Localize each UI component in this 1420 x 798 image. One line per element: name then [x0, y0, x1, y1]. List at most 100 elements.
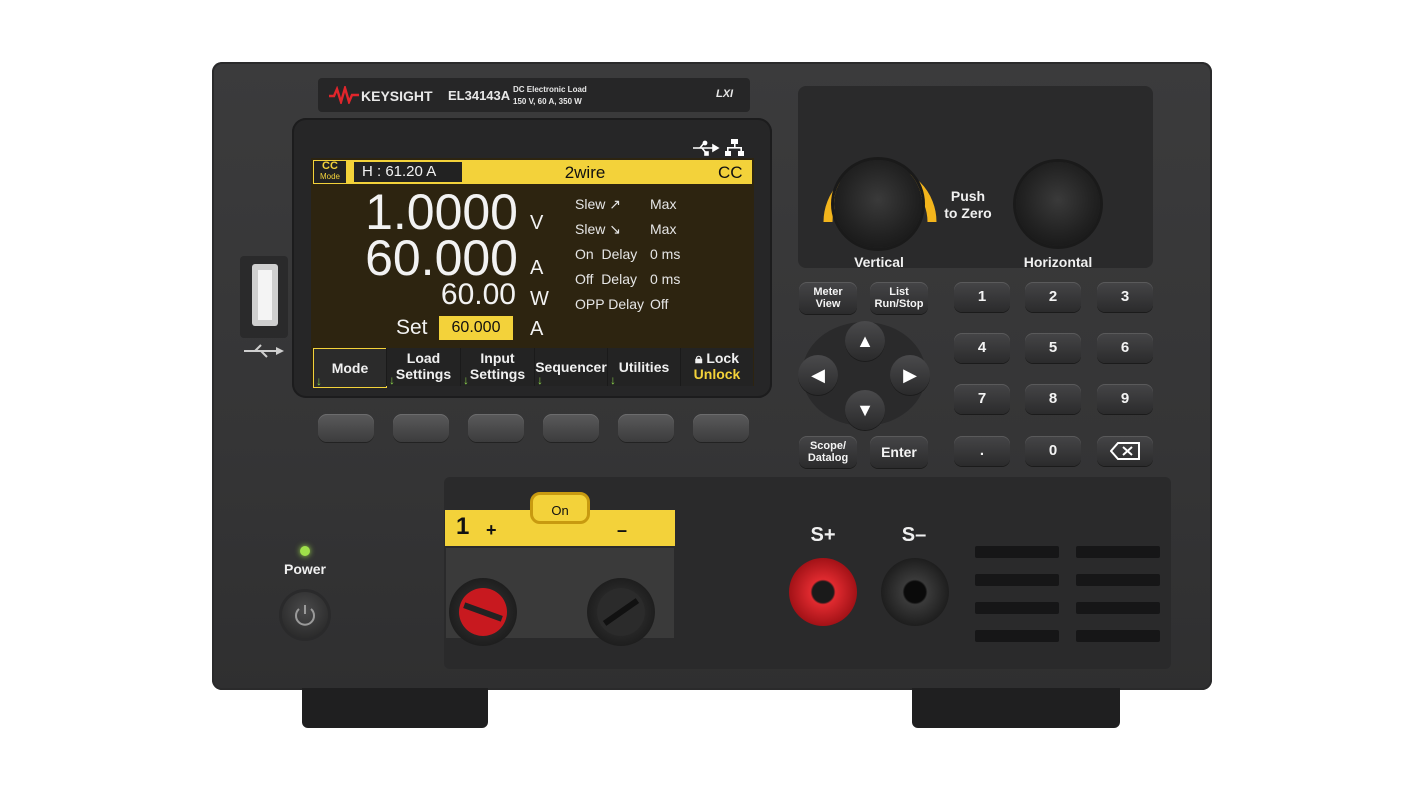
terminal-slot — [463, 602, 503, 622]
meter-view-label-2: View — [815, 298, 841, 310]
vertical-knob[interactable] — [834, 160, 922, 248]
vent-slot — [975, 602, 1059, 614]
meter-view-button[interactable]: Meter View — [799, 282, 857, 314]
scope-datalog-button[interactable]: Scope/Datalog — [799, 436, 857, 468]
list-run-stop-button[interactable]: List Run/Stop — [870, 282, 928, 314]
current-unit: A — [530, 257, 544, 279]
key-6[interactable]: 6 — [1097, 333, 1153, 363]
param-label-on-delay: On Delay — [575, 246, 638, 262]
mode-badge-bottom: Mode — [319, 172, 340, 181]
key-7[interactable]: 7 — [954, 384, 1010, 414]
sense-plus-binding-post[interactable] — [789, 558, 857, 626]
softkey-button-4[interactable] — [543, 414, 599, 442]
vent-slot — [975, 630, 1059, 642]
submenu-arrow-icon: ↓ — [316, 374, 322, 388]
lxi-logo: LXI — [716, 88, 734, 100]
horizontal-knob-label: Horizontal — [1023, 254, 1093, 270]
plus-terminal-label: + — [486, 520, 497, 540]
softkey-button-2[interactable] — [393, 414, 449, 442]
softkey-button-6[interactable] — [693, 414, 749, 442]
softkey-button-3[interactable] — [468, 414, 524, 442]
arrow-up-button[interactable]: ▲ — [845, 321, 885, 361]
terminal-slot — [602, 598, 640, 626]
softkey-input-settings[interactable]: Input Settings ↓ — [460, 348, 534, 387]
negative-terminal-cap — [597, 588, 645, 636]
sense-mode-indicator: 2wire — [564, 163, 606, 182]
list-label: List — [889, 286, 909, 298]
softkey-input-label-2: Settings — [469, 366, 526, 382]
key-2[interactable]: 2 — [1025, 282, 1081, 312]
usb-host-port[interactable] — [252, 264, 278, 326]
backspace-button[interactable] — [1097, 436, 1153, 466]
backspace-icon — [1109, 442, 1140, 460]
softkey-mode-label: Mode — [331, 360, 369, 376]
softkey-sequencer[interactable]: Sequencer ↓ — [534, 348, 607, 387]
arrow-down-button[interactable]: ▼ — [845, 390, 885, 430]
current-reading: 60.000 — [365, 230, 518, 286]
softkey-sequencer-label: Sequencer — [535, 359, 607, 375]
key-9[interactable]: 9 — [1097, 384, 1153, 414]
usb-icon — [693, 140, 720, 156]
key-3[interactable]: 3 — [1097, 282, 1153, 312]
power-reading: 60.00 — [440, 278, 516, 311]
arrow-left-button[interactable]: ◀ — [798, 355, 838, 395]
key-4[interactable]: 4 — [954, 333, 1010, 363]
horizontal-knob[interactable] — [1016, 162, 1100, 246]
positive-terminal-knob[interactable] — [449, 578, 517, 646]
softkey-load-settings[interactable]: Load Settings ↓ — [386, 348, 460, 387]
key-decimal-point[interactable]: . — [954, 436, 1010, 466]
power-led — [300, 546, 310, 556]
lan-icon — [725, 139, 744, 156]
param-value-slew-up: Max — [650, 196, 677, 212]
softkey-button-5[interactable] — [618, 414, 674, 442]
softkey-unlock-label: Unlock — [693, 366, 741, 382]
usb-lan-status-icons — [693, 139, 744, 156]
param-label-opp-delay: OPP Delay — [575, 296, 644, 312]
vertical-knob-label: Vertical — [854, 254, 904, 270]
sense-plus-label: S+ — [810, 524, 836, 546]
mode-badge: CC Mode — [314, 161, 346, 183]
right-arrow-icon: ▶ — [903, 365, 917, 385]
param-value-off-delay: 0 ms — [650, 271, 681, 287]
submenu-arrow-icon: ↓ — [463, 373, 469, 387]
push-label: Push — [950, 188, 986, 204]
key-5[interactable]: 5 — [1025, 333, 1081, 363]
status-divider — [349, 163, 351, 181]
param-label-slew-down: Slew ↘ — [575, 221, 621, 237]
softkey-utilities[interactable]: Utilities ↓ — [607, 348, 680, 387]
param-value-slew-down: Max — [650, 221, 677, 237]
arrow-right-button[interactable]: ▶ — [890, 355, 930, 395]
model-description: DC Electronic Load — [513, 85, 587, 94]
setpoint-unit: A — [530, 318, 544, 340]
negative-terminal-knob[interactable] — [587, 578, 655, 646]
key-8[interactable]: 8 — [1025, 384, 1081, 414]
usb-port-tongue — [258, 270, 272, 320]
lock-icon: 🔒︎ — [694, 350, 703, 366]
power-button[interactable] — [282, 592, 328, 638]
sense-minus-label: S– — [901, 524, 927, 546]
voltage-unit: V — [530, 212, 544, 234]
softkey-lock-unlock[interactable]: 🔒︎ Lock Unlock — [680, 348, 753, 386]
meter-view-label: Meter — [813, 286, 843, 298]
positive-terminal-cap — [459, 588, 507, 636]
vent-slot — [1076, 574, 1160, 586]
param-value-on-delay: 0 ms — [650, 246, 681, 262]
right-foot — [912, 688, 1120, 728]
submenu-arrow-icon: ↓ — [610, 373, 616, 387]
vent-slot — [1076, 630, 1160, 642]
scope-label: Scope/ — [809, 440, 847, 452]
softkey-mode[interactable]: Mode ↓ — [313, 348, 387, 388]
mode-badge-top: CC — [322, 160, 338, 172]
key-0[interactable]: 0 — [1025, 436, 1081, 466]
softkey-button-1[interactable] — [318, 414, 374, 442]
softkey-load-label: Load — [406, 350, 441, 366]
vent-slot — [975, 546, 1059, 558]
enter-button[interactable]: Enter — [870, 436, 928, 468]
input-on-button[interactable]: On — [530, 492, 590, 524]
power-label: Power — [283, 561, 326, 577]
setpoint-value-field[interactable]: 60.000 — [439, 316, 513, 340]
left-arrow-icon: ◀ — [811, 365, 825, 385]
model-number: EL34143A — [448, 88, 511, 103]
key-1[interactable]: 1 — [954, 282, 1010, 312]
sense-minus-binding-post[interactable] — [881, 558, 949, 626]
